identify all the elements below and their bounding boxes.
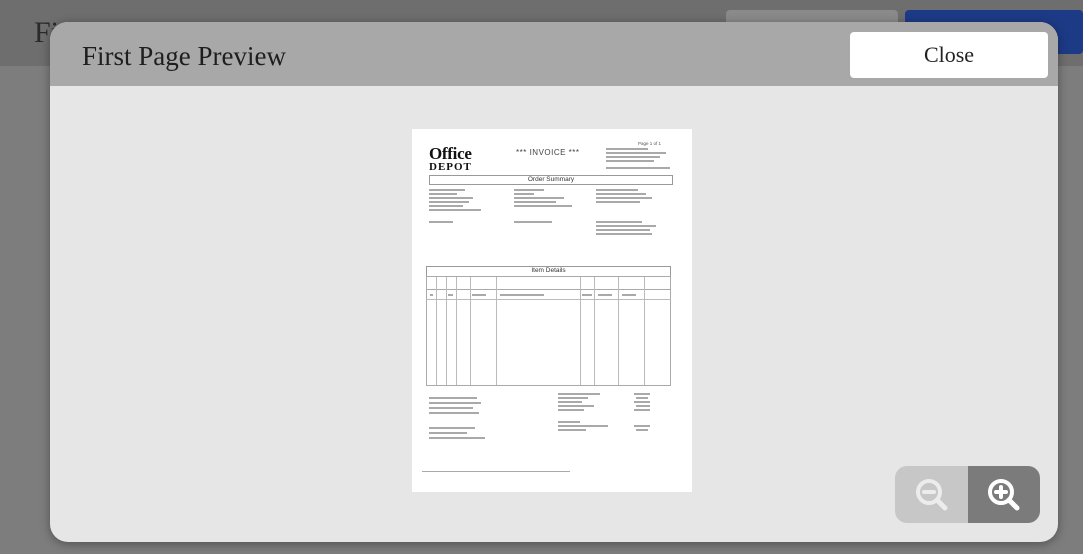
zoom-out-icon [915, 478, 947, 510]
zoom-out-button[interactable] [895, 466, 968, 523]
dialog-header: First Page Preview Close [50, 22, 1058, 86]
item-details-table [426, 276, 671, 386]
zoom-in-icon [988, 478, 1020, 510]
page-number: Page 1 of 1 [638, 141, 662, 146]
zoom-in-button[interactable] [968, 466, 1040, 523]
item-details-heading: Item Details [426, 266, 671, 276]
invoice-heading: *** INVOICE *** [516, 148, 580, 157]
invoice-preview-image: Office DEPOT *** INVOICE *** Page 1 of 1… [412, 129, 692, 492]
order-summary-heading: Order Summary [429, 175, 673, 185]
dialog-title: First Page Preview [82, 41, 286, 71]
close-button[interactable]: Close [850, 32, 1048, 78]
first-page-preview-dialog: First Page Preview Close Office DEPOT **… [50, 22, 1058, 542]
office-depot-logo: Office DEPOT [429, 144, 472, 173]
